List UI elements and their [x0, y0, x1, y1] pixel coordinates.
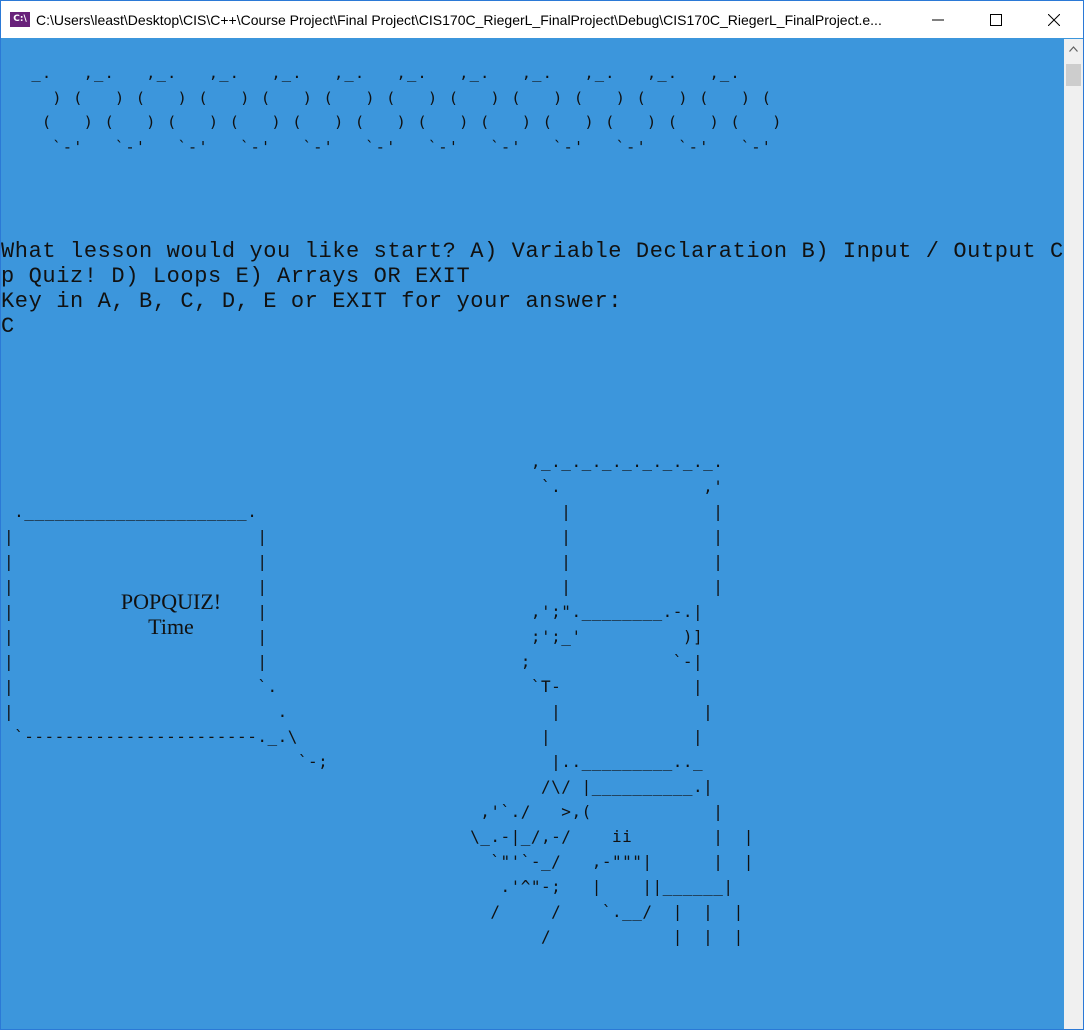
key-prompt: Key in A, B, C, D, E or EXIT for your an…	[1, 289, 623, 314]
popquiz-label: POPQUIZ!	[120, 589, 222, 614]
lesson-prompt-line-1: What lesson would you like start? A) Var…	[1, 239, 1063, 264]
title-bar[interactable]: C:\ C:\Users\least\Desktop\CIS\C++\Cours…	[1, 1, 1083, 38]
scroll-up-button[interactable]	[1064, 39, 1083, 59]
window-controls	[909, 1, 1083, 38]
close-icon	[1048, 13, 1060, 26]
console-app-icon: C:\	[10, 12, 30, 27]
speech-bubble-text: POPQUIZ! Time	[119, 589, 223, 639]
close-button[interactable]	[1025, 1, 1083, 38]
scroll-thumb[interactable]	[1066, 64, 1081, 86]
scroll-up-arrow-icon	[1069, 46, 1078, 52]
minimize-icon	[932, 19, 944, 20]
lesson-prompt: What lesson would you like start? A) Var…	[1, 239, 1063, 339]
window-title: C:\Users\least\Desktop\CIS\C++\Course Pr…	[36, 11, 882, 28]
console-window: C:\ C:\Users\least\Desktop\CIS\C++\Cours…	[0, 0, 1084, 1030]
console-output: _. ,_. ,_. ,_. ,_. ,_. ,_. ,_. ,_. ,_. ,…	[1, 39, 1063, 1029]
lesson-prompt-line-2: p Quiz! D) Loops E) Arrays OR EXIT	[1, 264, 471, 289]
maximize-button[interactable]	[967, 1, 1025, 38]
vertical-scrollbar[interactable]	[1064, 39, 1083, 1029]
maximize-icon	[990, 13, 1002, 26]
minimize-button[interactable]	[909, 1, 967, 38]
time-label: Time	[148, 614, 194, 639]
ascii-wave-banner: _. ,_. ,_. ,_. ,_. ,_. ,_. ,_. ,_. ,_. ,…	[31, 64, 783, 156]
popquiz-ascii-art: ,_._._._._._._._._. `. ,' ._____________…	[4, 452, 754, 946]
user-answer: C	[1, 314, 15, 339]
